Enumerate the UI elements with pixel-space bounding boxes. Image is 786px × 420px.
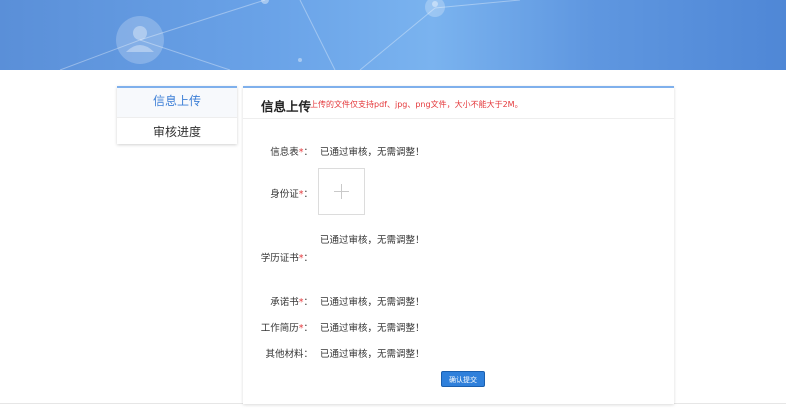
diploma-status: 已通过审核，无需调整！ xyxy=(320,235,425,246)
panel-header: 信息上传 上传的文件仅支持pdf、jpg、png文件，大小不能大于2M。 xyxy=(243,88,674,119)
other-materials-status: 已通过审核，无需调整！ xyxy=(320,349,425,360)
upload-requirements-note: 上传的文件仅支持pdf、jpg、png文件，大小不能大于2M。 xyxy=(310,100,523,109)
upload-panel: 信息上传 上传的文件仅支持pdf、jpg、png文件，大小不能大于2M。 信息表… xyxy=(243,86,674,404)
sidebar-item-review-progress[interactable]: 审核进度 xyxy=(117,117,237,147)
other-materials-label: 其他材料： xyxy=(265,349,313,360)
confirm-submit-button[interactable]: 确认提交 xyxy=(441,371,485,387)
info-form-label: 信息表*： xyxy=(270,147,313,158)
commitment-label: 承诺书*： xyxy=(270,297,313,308)
id-card-upload-button[interactable] xyxy=(318,168,365,215)
diploma-label: 学历证书*： xyxy=(260,253,313,264)
sidebar-item-info-upload[interactable]: 信息上传 xyxy=(117,86,237,117)
id-card-label: 身份证*： xyxy=(270,189,313,200)
resume-status: 已通过审核，无需调整！ xyxy=(320,323,425,334)
banner-decoration xyxy=(59,0,521,70)
info-form-status: 已通过审核，无需调整！ xyxy=(320,147,425,158)
header-banner xyxy=(0,0,786,70)
sidebar-nav: 信息上传 审核进度 xyxy=(117,86,237,144)
panel-title: 信息上传 xyxy=(261,99,312,114)
commitment-status: 已通过审核，无需调整！ xyxy=(320,297,425,308)
resume-label: 工作简历*： xyxy=(260,323,313,334)
